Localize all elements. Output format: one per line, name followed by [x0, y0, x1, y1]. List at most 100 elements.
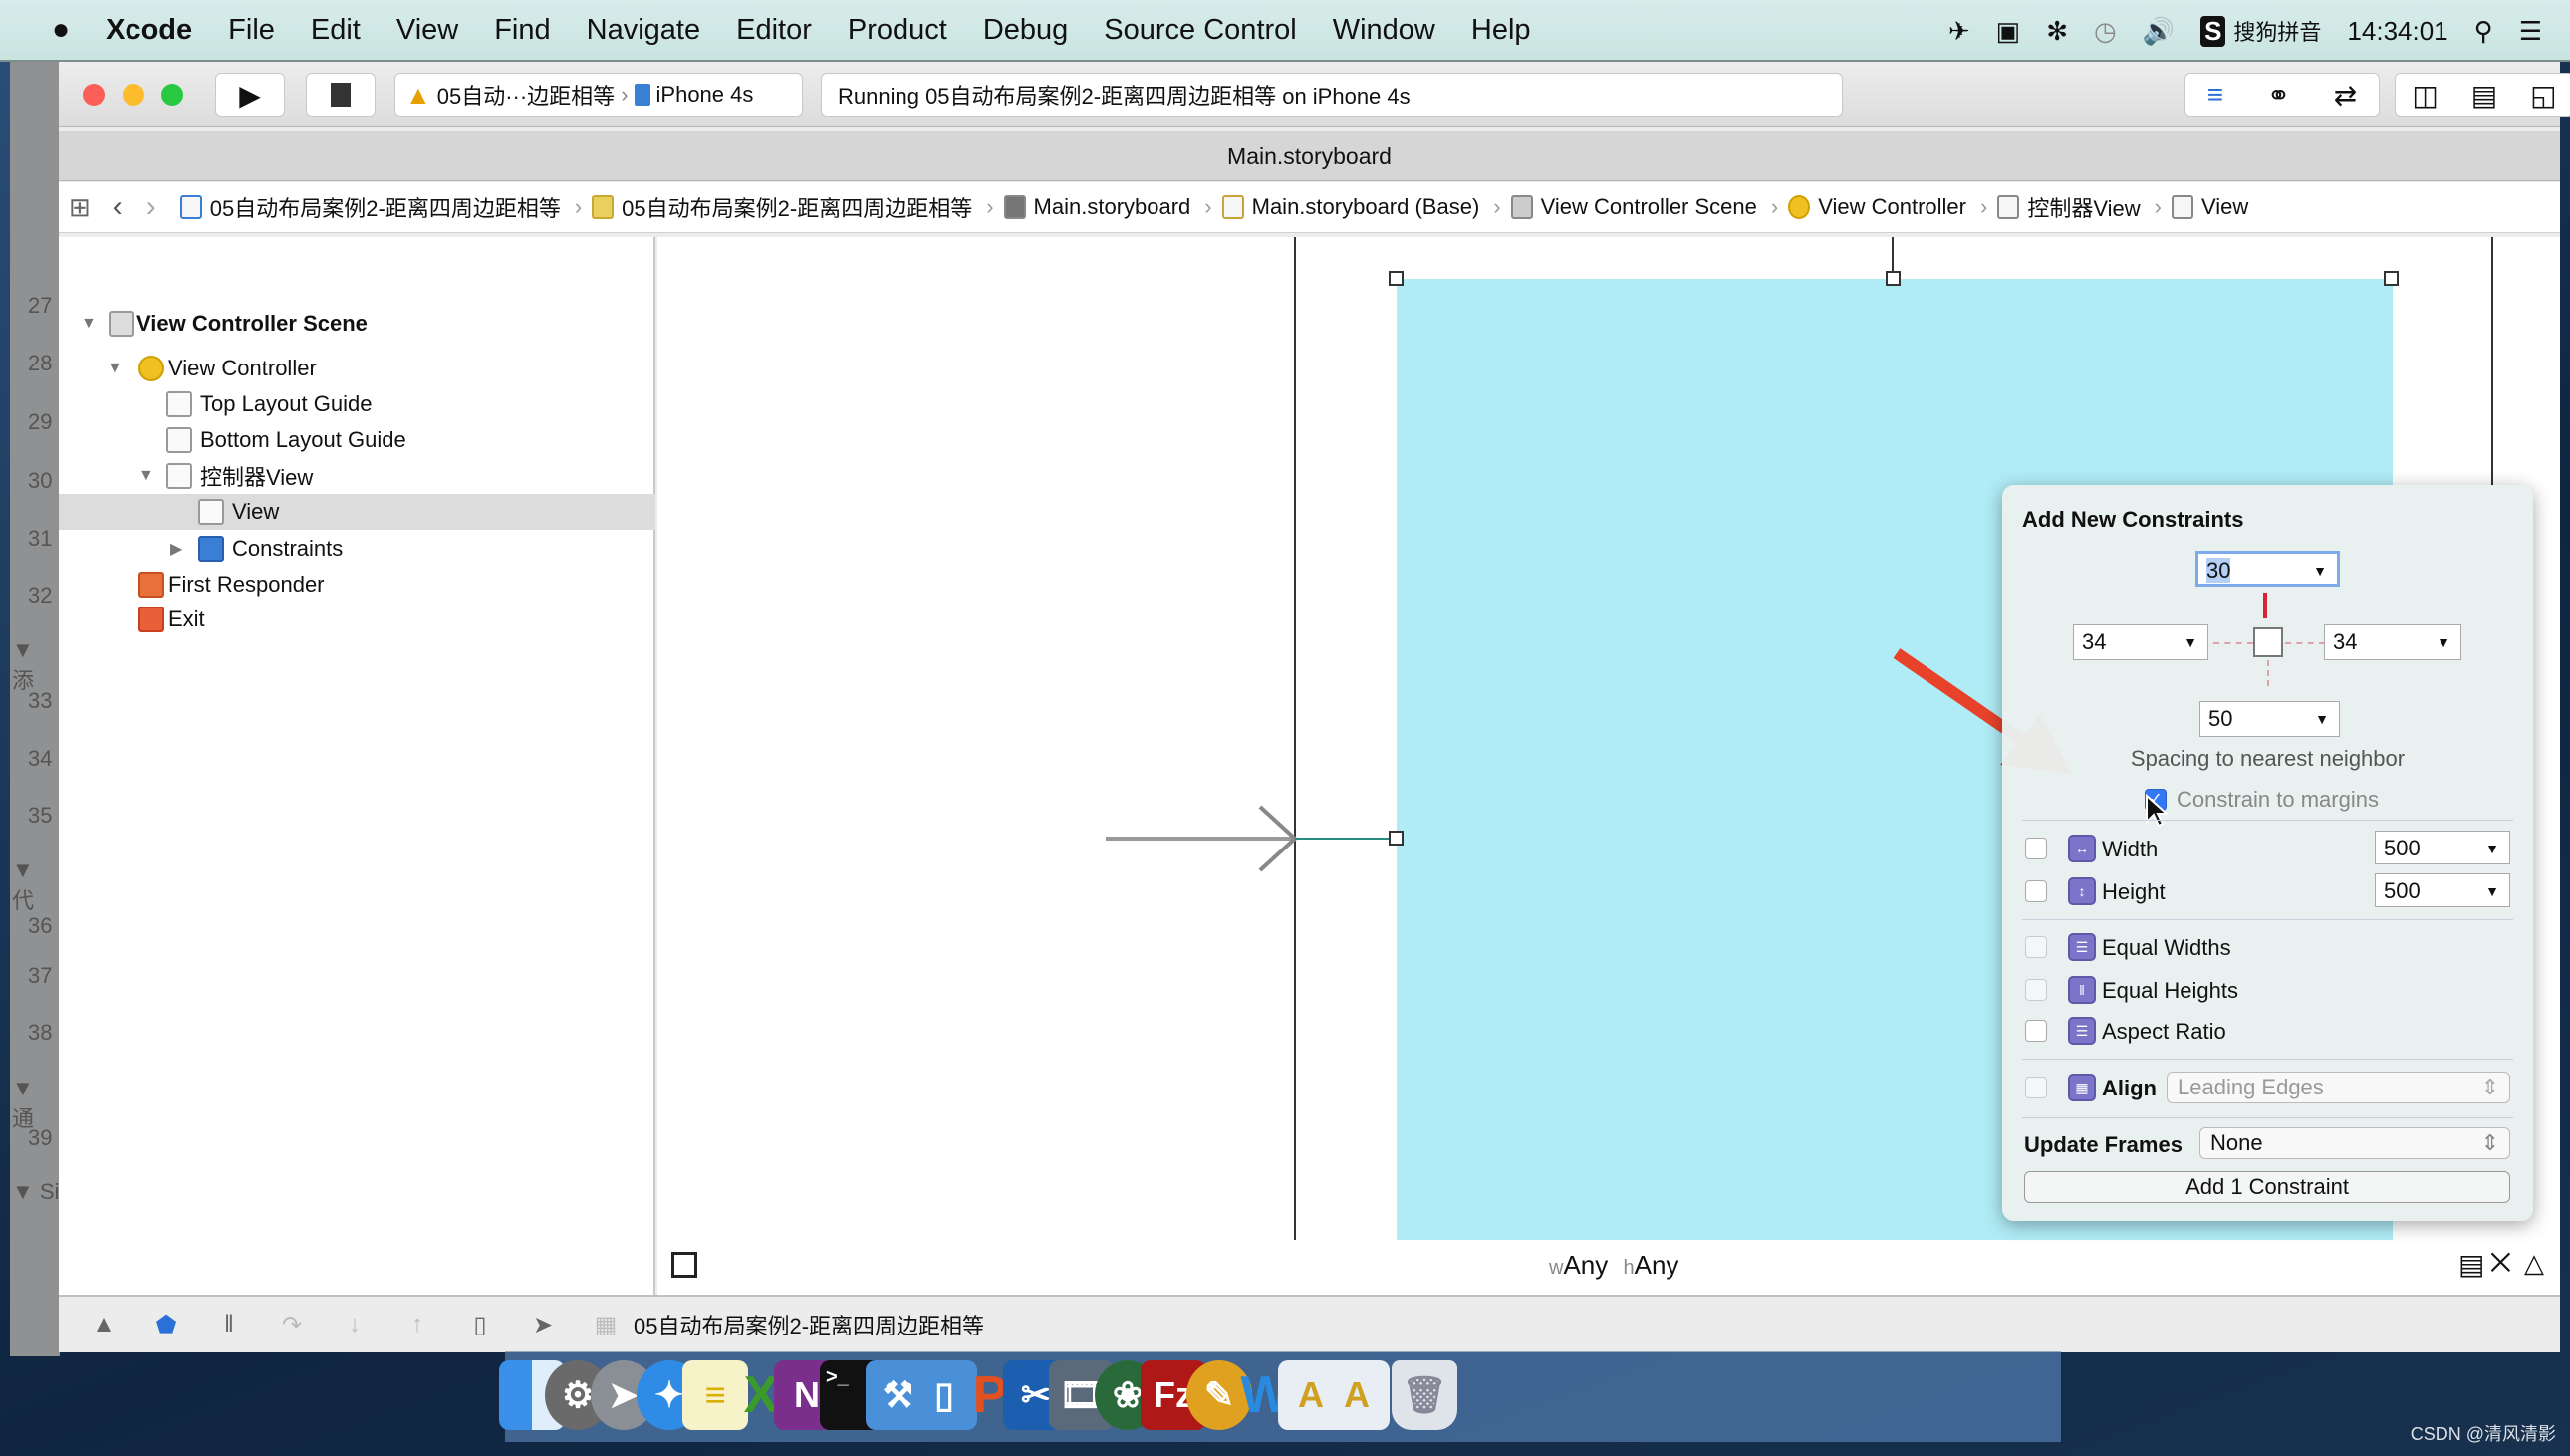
equal-widths-checkbox[interactable] — [2025, 936, 2047, 958]
top-spacing-field[interactable]: 30 ▼ — [2195, 551, 2340, 587]
left-spacing-field[interactable]: 34 ▼ — [2073, 624, 2208, 660]
jump-storyboard[interactable]: Main.storyboard › — [1003, 194, 1212, 220]
menu-file[interactable]: File — [228, 14, 275, 47]
assistant-editor-icon[interactable]: ⚭ — [2267, 79, 2290, 112]
simulate-location-icon[interactable]: ➤ — [525, 1311, 561, 1339]
jump-scene[interactable]: View Controller Scene › — [1510, 194, 1778, 220]
close-window-button[interactable] — [83, 84, 105, 106]
clock[interactable]: 14:34:01 — [2347, 16, 2447, 47]
dock-app-icon[interactable]: A — [1324, 1360, 1390, 1430]
step-over-icon[interactable]: ↷ — [274, 1311, 310, 1339]
update-frames-select[interactable]: None ⇕ — [2199, 1127, 2510, 1159]
jump-view-controller[interactable]: View Controller › — [1788, 194, 1987, 220]
outline-item-top-layout-guide[interactable]: Top Layout Guide — [59, 386, 655, 422]
disclosure-open-icon[interactable]: ▼ — [107, 360, 123, 377]
align-select[interactable]: Leading Edges ⇕ — [2167, 1072, 2510, 1103]
left-constraint-ibeam[interactable] — [2213, 642, 2253, 644]
top-constraint-ibeam[interactable] — [2263, 593, 2267, 618]
outline-item-view-controller[interactable]: ▼ View Controller — [59, 351, 655, 386]
zoom-window-button[interactable] — [161, 84, 183, 106]
outline-item-scene[interactable]: ▼ View Controller Scene — [59, 306, 655, 342]
debug-area-toggle-icon[interactable]: ▤ — [2471, 79, 2497, 112]
menu-xcode[interactable]: Xcode — [106, 14, 192, 47]
view-debugger-icon[interactable]: ▯ — [462, 1311, 498, 1339]
navigator-toggle-icon[interactable]: ◫ — [2412, 79, 2438, 112]
resize-handle[interactable] — [1389, 271, 1404, 286]
equal-heights-checkbox[interactable] — [2025, 979, 2047, 1001]
disclosure-open-icon[interactable]: ▼ — [138, 467, 154, 485]
menu-view[interactable]: View — [396, 14, 458, 47]
outline-item-exit[interactable]: Exit — [59, 602, 655, 637]
disclosure-open-icon[interactable]: ▼ — [81, 315, 97, 333]
menu-navigate[interactable]: Navigate — [587, 14, 700, 47]
menu-source-control[interactable]: Source Control — [1104, 14, 1296, 47]
menu-window[interactable]: Window — [1333, 14, 1435, 47]
resize-handle[interactable] — [1886, 271, 1901, 286]
menu-edit[interactable]: Edit — [311, 14, 361, 47]
input-method-icon[interactable]: S — [2200, 15, 2226, 47]
pause-icon[interactable]: ‖ — [211, 1311, 247, 1338]
jump-project[interactable]: 05自动布局案例2-距离四周边距相等 › — [179, 191, 582, 223]
jump-view[interactable]: View — [2171, 194, 2248, 220]
outline-item-constraints[interactable]: ▶ Constraints — [59, 531, 655, 567]
dropdown-arrow-icon[interactable]: ▼ — [2437, 625, 2450, 659]
dropdown-arrow-icon[interactable]: ▼ — [2485, 832, 2499, 865]
input-method-label[interactable]: 搜狗拼音 — [2233, 15, 2321, 47]
bottom-spacing-field[interactable]: 50 ▼ — [2199, 701, 2340, 737]
resolve-issues-icon[interactable]: △ — [2524, 1248, 2544, 1279]
resize-handle[interactable] — [1389, 831, 1404, 846]
jump-folder[interactable]: 05自动布局案例2-距离四周边距相等 › — [592, 191, 994, 223]
airplane-icon[interactable]: ✈ — [1948, 16, 1970, 47]
bottom-constraint-ibeam[interactable] — [2267, 660, 2269, 686]
dropdown-arrow-icon[interactable]: ▼ — [2315, 702, 2329, 736]
breakpoints-toggle-icon[interactable]: ⬟ — [148, 1311, 184, 1339]
step-into-icon[interactable]: ↓ — [337, 1311, 373, 1338]
pin-icon[interactable]: ⨉ — [2490, 1248, 2511, 1280]
align-checkbox[interactable] — [2025, 1077, 2047, 1098]
menu-help[interactable]: Help — [1471, 14, 1531, 47]
width-value-field[interactable]: 500 ▼ — [2375, 831, 2510, 864]
screen-record-icon[interactable]: ▣ — [1996, 16, 2021, 47]
toggle-outline-icon[interactable] — [671, 1252, 697, 1278]
version-editor-icon[interactable]: ⇄ — [2334, 79, 2357, 112]
time-machine-icon[interactable]: ◷ — [2094, 16, 2117, 47]
menu-find[interactable]: Find — [494, 14, 550, 47]
outline-item-controller-view[interactable]: ▼ 控制器View — [59, 458, 655, 494]
bluetooth-icon[interactable]: ✻ — [2046, 16, 2068, 47]
apple-menu-icon[interactable]: ● — [52, 13, 70, 47]
run-button[interactable]: ▶ — [215, 73, 285, 117]
size-class-selector[interactable]: wAny hAny — [1549, 1250, 1678, 1281]
dropdown-arrow-icon[interactable]: ▼ — [2485, 874, 2499, 908]
stop-button[interactable] — [306, 73, 376, 117]
jump-controller-view[interactable]: 控制器View › — [1997, 191, 2162, 223]
disclosure-closed-icon[interactable]: ▶ — [170, 539, 182, 559]
height-value-field[interactable]: 500 ▼ — [2375, 873, 2510, 907]
menu-product[interactable]: Product — [848, 14, 947, 47]
resize-handle[interactable] — [2384, 271, 2399, 286]
dock-trash-icon[interactable]: 🗑 — [1392, 1360, 1457, 1430]
outline-item-first-responder[interactable]: First Responder — [59, 567, 655, 603]
standard-editor-icon[interactable]: ≡ — [2207, 79, 2223, 111]
editor-tab[interactable]: Main.storyboard — [59, 131, 2560, 181]
notification-center-icon[interactable]: ☰ — [2519, 16, 2542, 47]
height-checkbox[interactable] — [2025, 880, 2047, 902]
menu-debug[interactable]: Debug — [983, 14, 1068, 47]
step-out-icon[interactable]: ↑ — [399, 1311, 435, 1338]
related-items-icon[interactable]: ⊞ — [69, 192, 91, 223]
right-constraint-ibeam[interactable] — [2285, 642, 2325, 644]
minimize-window-button[interactable] — [123, 84, 144, 106]
utilities-toggle-icon[interactable]: ◱ — [2530, 79, 2556, 112]
menu-editor[interactable]: Editor — [736, 14, 812, 47]
volume-icon[interactable]: 🔊 — [2143, 16, 2175, 47]
dropdown-arrow-icon[interactable]: ▼ — [2184, 625, 2197, 659]
outline-item-view[interactable]: View — [59, 494, 655, 530]
width-checkbox[interactable] — [2025, 838, 2047, 859]
forward-button[interactable]: › — [146, 190, 156, 224]
back-button[interactable]: ‹ — [113, 190, 123, 224]
outline-item-bottom-layout-guide[interactable]: Bottom Layout Guide — [59, 422, 655, 458]
right-spacing-field[interactable]: 34 ▼ — [2324, 624, 2461, 660]
jump-storyboard-base[interactable]: Main.storyboard (Base) › — [1221, 194, 1501, 220]
spotlight-search-icon[interactable]: ⚲ — [2474, 16, 2493, 47]
align-icon[interactable]: ▤ — [2458, 1248, 2484, 1281]
scheme-selector[interactable]: ▲ 05自动···边距相等 › iPhone 4s — [394, 73, 803, 117]
